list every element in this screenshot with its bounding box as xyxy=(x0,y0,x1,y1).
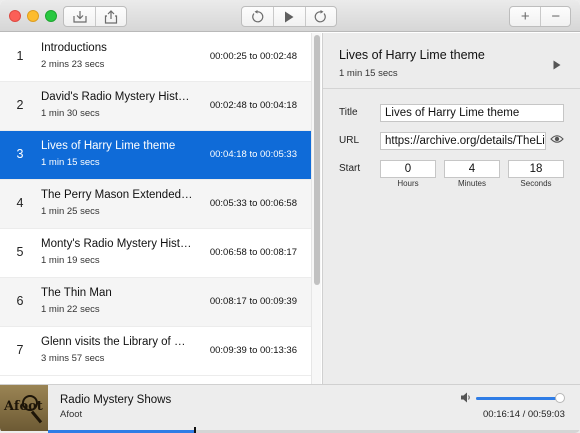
playback-controls-group xyxy=(241,6,337,27)
chapter-row[interactable]: 4 The Perry Mason Extended Universe 1 min … xyxy=(0,180,311,229)
chapter-time-range: 00:05:33 to 00:06:58 xyxy=(209,198,297,209)
import-button[interactable] xyxy=(64,7,95,26)
chapter-duration: 1 min 19 secs xyxy=(41,255,100,266)
chapter-duration: 2 mins 23 secs xyxy=(41,59,105,70)
zoom-window-button[interactable] xyxy=(45,10,57,22)
chapter-duration: 1 min 25 secs xyxy=(41,206,100,217)
play-chapter-button[interactable] xyxy=(553,57,561,75)
chapter-title: Glenn visits the Library of Congress xyxy=(41,336,193,348)
volume-icon xyxy=(461,392,470,403)
chapter-title: David's Radio Mystery History xyxy=(41,91,193,103)
play-icon xyxy=(285,11,294,22)
title-field[interactable]: Lives of Harry Lime theme xyxy=(380,104,564,122)
add-chapter-button[interactable]: + xyxy=(510,7,540,26)
chapter-time-range: 00:09:39 to 00:13:36 xyxy=(209,345,297,356)
detail-divider xyxy=(323,88,580,89)
app-window: + − 1 Introductions 2 mins 23 secs 00:00:25… xyxy=(0,0,580,433)
minutes-label: Minutes xyxy=(457,179,486,188)
chapter-number: 3 xyxy=(16,147,24,161)
chapter-number: 5 xyxy=(16,245,24,259)
episode-title: Afoot xyxy=(60,409,83,420)
chapter-title: Monty's Radio Mystery History xyxy=(41,238,193,250)
magnifying-glass-icon xyxy=(22,395,38,411)
minimize-window-button[interactable] xyxy=(27,10,39,22)
volume-level xyxy=(476,397,560,400)
chapter-time-range: 00:04:18 to 00:05:33 xyxy=(209,149,297,160)
forward-icon xyxy=(315,10,327,23)
url-label: URL xyxy=(339,135,360,146)
chapter-number: 6 xyxy=(16,294,24,308)
detail-title: Lives of Harry Lime theme xyxy=(339,48,485,62)
chapter-duration: 1 min 22 secs xyxy=(41,304,100,315)
chapter-title: The Perry Mason Extended Universe xyxy=(41,189,193,201)
seconds-label: Seconds xyxy=(520,179,552,188)
play-icon xyxy=(553,60,561,70)
chapter-duration: 1 min 15 secs xyxy=(41,157,100,168)
chapter-title: Introductions xyxy=(41,42,107,54)
chapter-time-range: 00:08:17 to 00:09:39 xyxy=(209,296,297,307)
close-window-button[interactable] xyxy=(9,10,21,22)
chapter-list-scrollbar[interactable] xyxy=(311,33,321,384)
start-label: Start xyxy=(339,163,361,174)
start-minutes-field[interactable]: 4 xyxy=(444,160,500,178)
share-icon xyxy=(105,9,118,24)
detail-duration: 1 min 15 secs xyxy=(339,68,398,79)
rewind-button[interactable] xyxy=(242,7,273,26)
chapter-number: 2 xyxy=(16,98,24,112)
volume-slider[interactable] xyxy=(476,393,565,403)
file-actions-group xyxy=(63,6,127,27)
chapter-title: Lives of Harry Lime theme xyxy=(41,140,176,152)
now-playing-bar: Afoot Radio Mystery Shows Afoot 00:16:14… xyxy=(0,384,580,433)
share-button[interactable] xyxy=(95,7,126,26)
scrollbar-thumb[interactable] xyxy=(314,35,320,285)
chapter-duration: 1 min 30 secs xyxy=(41,108,100,119)
chapter-time-range: 00:06:58 to 00:08:17 xyxy=(209,247,297,258)
chapter-row[interactable]: 5 Monty's Radio Mystery History 1 min 19 s… xyxy=(0,229,311,278)
play-button[interactable] xyxy=(273,7,304,26)
chapter-number: 1 xyxy=(16,49,24,63)
chapter-detail-panel: Lives of Harry Lime theme 1 min 15 secs … xyxy=(322,33,580,384)
start-seconds-field[interactable]: 18 xyxy=(508,160,564,178)
chapter-number: 4 xyxy=(16,196,24,210)
podcast-artwork: Afoot xyxy=(0,385,48,431)
remove-chapter-button[interactable]: − xyxy=(540,7,570,26)
chapter-duration: 3 mins 57 secs xyxy=(41,353,105,364)
chapter-row[interactable]: 3 Lives of Harry Lime theme 1 min 15 secs 0… xyxy=(0,131,311,180)
playback-time: 00:16:14 / 00:59:03 xyxy=(483,409,565,420)
chapter-row[interactable]: 1 Introductions 2 mins 23 secs 00:00:25 to … xyxy=(0,33,311,82)
chapter-edit-group: + − xyxy=(509,6,571,27)
chapter-row[interactable]: 7 Glenn visits the Library of Congress 3 m… xyxy=(0,327,311,376)
title-label: Title xyxy=(339,107,358,118)
chapter-title: The Thin Man xyxy=(41,287,112,299)
title-bar: + − xyxy=(0,0,580,32)
url-field[interactable]: https://archive.org/details/TheLivesOfHa… xyxy=(380,132,546,150)
tray-download-icon xyxy=(73,11,87,23)
chapter-time-range: 00:02:48 to 00:04:18 xyxy=(209,100,297,111)
playhead-marker[interactable] xyxy=(194,427,197,433)
volume-knob[interactable] xyxy=(554,393,565,403)
chapter-row[interactable]: 2 David's Radio Mystery History 1 min 30 s… xyxy=(0,82,311,131)
start-hours-field[interactable]: 0 xyxy=(380,160,436,178)
hours-label: Hours xyxy=(397,179,419,188)
chapter-row[interactable]: 6 The Thin Man 1 min 22 secs 00:08:17 to 00… xyxy=(0,278,311,327)
eye-icon[interactable] xyxy=(550,134,564,144)
chapter-number: 7 xyxy=(16,343,24,357)
podcast-title: Radio Mystery Shows xyxy=(60,394,172,406)
rewind-icon xyxy=(252,10,264,23)
forward-button[interactable] xyxy=(304,7,336,26)
chapter-list: 1 Introductions 2 mins 23 secs 00:00:25 to … xyxy=(0,33,311,384)
chapter-time-range: 00:00:25 to 00:02:48 xyxy=(209,51,297,62)
